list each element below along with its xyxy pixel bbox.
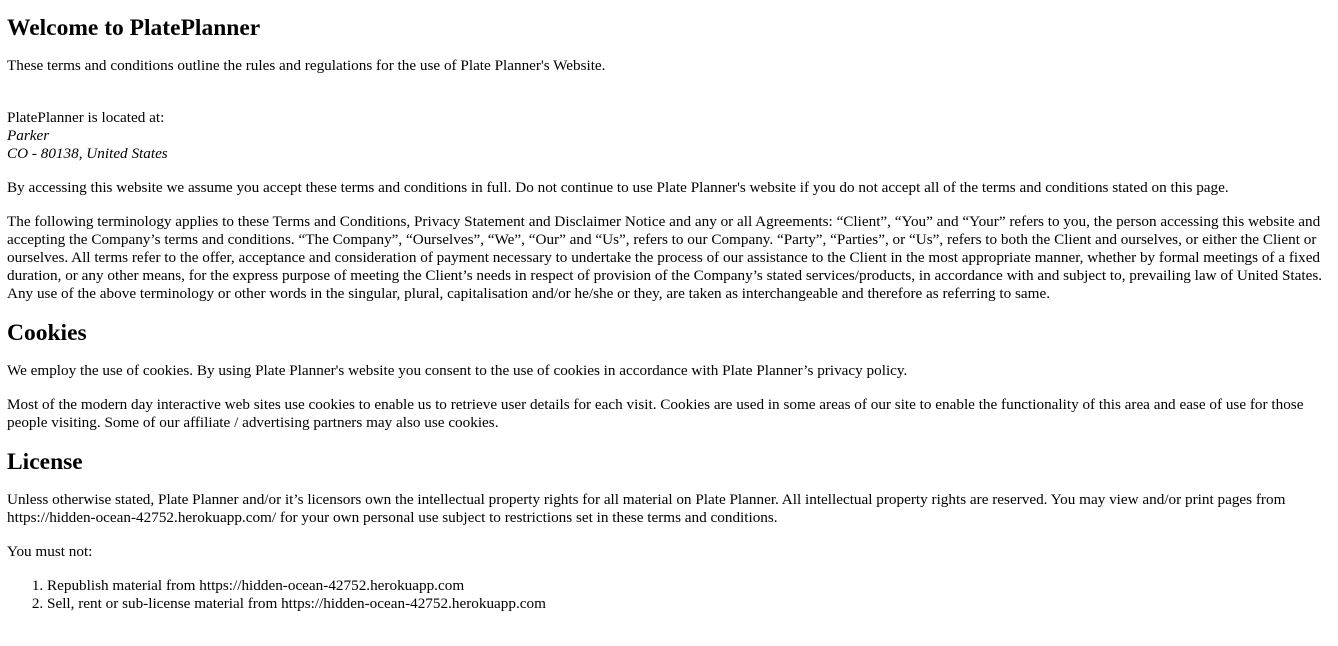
restrictions-list: Republish material from https://hidden-o… bbox=[7, 577, 1331, 613]
terminology-paragraph: The following terminology applies to the… bbox=[7, 213, 1323, 302]
acceptance-paragraph: By accessing this website we assume you … bbox=[7, 179, 1229, 196]
cookies-paragraph-2: Most of the modern day interactive web s… bbox=[7, 396, 1304, 431]
location-city: Parker bbox=[7, 127, 50, 144]
page-title: Welcome to PlatePlanner bbox=[7, 15, 261, 41]
cookies-heading: Cookies bbox=[7, 320, 87, 346]
location-label: PlatePlanner is located at: bbox=[7, 109, 165, 126]
location-block: PlatePlanner is located at: Parker CO - … bbox=[7, 109, 1331, 163]
license-paragraph: Unless otherwise stated, Plate Planner a… bbox=[7, 491, 1286, 526]
list-item: Sell, rent or sub-license material from … bbox=[47, 595, 1331, 613]
must-not-label: You must not: bbox=[7, 543, 93, 560]
license-heading: License bbox=[7, 449, 83, 475]
cookies-paragraph-1: We employ the use of cookies. By using P… bbox=[7, 362, 908, 379]
location-region: CO - 80138, United States bbox=[7, 145, 168, 162]
intro-paragraph: These terms and conditions outline the r… bbox=[7, 57, 606, 74]
terms-page: Welcome to PlatePlanner These terms and … bbox=[0, 14, 1331, 613]
list-item: Republish material from https://hidden-o… bbox=[47, 577, 1331, 595]
